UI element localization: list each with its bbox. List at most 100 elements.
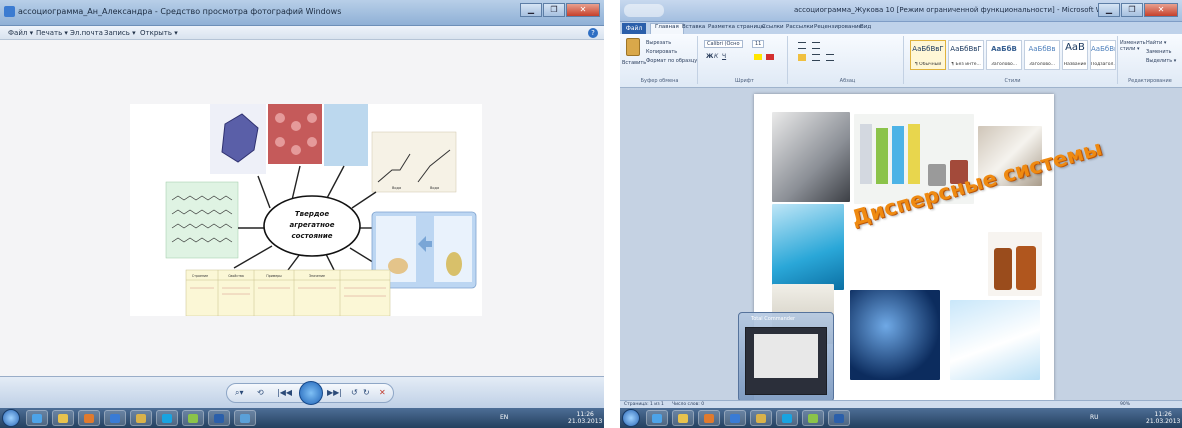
menu-email[interactable]: Эл.почта <box>70 29 103 37</box>
word-count[interactable]: Число слов: 0 <box>672 402 704 407</box>
page-count[interactable]: Страница: 1 из 1 <box>624 402 664 407</box>
start-button[interactable] <box>2 409 20 427</box>
taskbar-app[interactable] <box>182 410 204 426</box>
align-right-icon[interactable] <box>826 54 834 61</box>
menu-print[interactable]: Печать ▾ <box>36 29 68 37</box>
tray-clock[interactable]: 11:26 21.03.2013 <box>568 411 602 425</box>
cut-button[interactable]: Вырезать <box>646 40 671 46</box>
change-styles-button[interactable]: Изменить стили ▾ <box>1120 40 1146 52</box>
numbering-icon[interactable] <box>812 42 820 49</box>
style-heading-1[interactable]: АаБбВ Заголово... <box>986 40 1022 70</box>
taskbar-explorer[interactable] <box>52 410 74 426</box>
tray-language[interactable]: EN <box>500 414 508 421</box>
taskbar-app[interactable] <box>802 410 824 426</box>
heating-graph-image <box>371 131 457 193</box>
ribbon: Вставить Вырезать Копировать Формат по о… <box>620 34 1182 88</box>
select-button[interactable]: Выделить ▾ <box>1146 58 1176 64</box>
taskbar-ie[interactable] <box>646 410 668 426</box>
tab-references[interactable]: Ссылки <box>762 24 784 30</box>
tab-file[interactable]: Файл <box>622 23 646 34</box>
bullets-icon[interactable] <box>798 42 806 49</box>
taskbar-ie[interactable] <box>26 410 48 426</box>
previous-button[interactable]: |◀◀ <box>277 388 292 397</box>
highlight-color-icon[interactable] <box>754 54 762 60</box>
photo-viewer-screenshot: ассоциограмма_Ан_Александра - Средство п… <box>0 0 604 428</box>
tab-mailings[interactable]: Рассылки <box>786 24 814 30</box>
align-center-icon[interactable] <box>812 54 820 61</box>
style-title[interactable]: АаВ Название <box>1062 40 1088 70</box>
font-size-select[interactable]: 11 <box>752 40 765 48</box>
taskbar-disk[interactable] <box>104 410 126 426</box>
clock-date: 21.03.2013 <box>568 418 603 425</box>
slideshow-button[interactable] <box>299 381 323 405</box>
style-subtitle[interactable]: АаБбВв Подзагол... <box>1090 40 1116 70</box>
rotate-left-button[interactable]: ↺ <box>351 388 358 397</box>
actual-size-icon[interactable]: ⟲ <box>257 388 264 397</box>
paste-icon[interactable] <box>626 38 640 56</box>
clipboard-label: Буфер обмена <box>640 78 679 84</box>
thumbnail-title: Total Commander <box>751 316 796 322</box>
find-button[interactable]: Найти ▾ <box>1146 40 1166 46</box>
taskbar-skype[interactable] <box>776 410 798 426</box>
menu-file[interactable]: Файл ▾ <box>8 29 33 37</box>
thumbnail-content <box>745 327 827 395</box>
tab-view[interactable]: Вид <box>860 24 871 30</box>
window-controls: ▁ ❐ ✕ <box>1098 3 1178 17</box>
maximize-button[interactable]: ❐ <box>543 3 565 17</box>
maximize-button[interactable]: ❐ <box>1121 3 1143 17</box>
zoom-icon[interactable]: ⌕▾ <box>235 388 244 398</box>
help-icon[interactable]: ? <box>588 28 598 38</box>
taskbar-word[interactable] <box>208 410 230 426</box>
tab-home[interactable]: Главная <box>650 23 684 34</box>
close-button[interactable]: ✕ <box>1144 3 1178 17</box>
next-button[interactable]: ▶▶| <box>327 388 342 397</box>
tray-clock[interactable]: 11:26 21.03.2013 <box>1146 411 1180 425</box>
underline-button[interactable]: Ч <box>722 53 726 60</box>
taskbar-media[interactable] <box>78 410 100 426</box>
taskbar: EN 11:26 21.03.2013 <box>0 408 604 428</box>
bold-button[interactable]: Ж <box>706 53 713 60</box>
menu-burn[interactable]: Запись ▾ <box>104 29 136 37</box>
menu-open[interactable]: Открыть ▾ <box>140 29 178 37</box>
status-bar: Страница: 1 из 1 Число слов: 0 90% <box>620 400 1182 408</box>
tray-language[interactable]: RU <box>1090 414 1099 421</box>
minimize-button[interactable]: ▁ <box>1098 3 1120 17</box>
taskbar-skype[interactable] <box>156 410 178 426</box>
tab-page-layout[interactable]: Разметка страницы <box>708 24 765 30</box>
taskbar-word[interactable] <box>828 410 850 426</box>
start-button[interactable] <box>622 409 640 427</box>
align-left-icon[interactable] <box>798 54 806 61</box>
taskbar-folder[interactable] <box>130 410 152 426</box>
paste-button[interactable]: Вставить <box>622 60 646 66</box>
taskbar-explorer[interactable] <box>672 410 694 426</box>
window-controls: ▁ ❐ ✕ <box>520 3 600 17</box>
font-name-select[interactable]: Calibri (Осно <box>704 40 743 48</box>
taskbar-media[interactable] <box>698 410 720 426</box>
format-painter-button[interactable]: Формат по образцу <box>646 58 697 64</box>
italic-button[interactable]: К <box>714 53 718 60</box>
tab-insert[interactable]: Вставка <box>682 24 705 30</box>
playback-controls: ⌕▾ ⟲ |◀◀ ▶▶| ↺ ↻ ✕ <box>226 381 394 405</box>
close-button[interactable]: ✕ <box>566 3 600 17</box>
tab-review[interactable]: Рецензирование <box>814 24 862 30</box>
rotate-right-button[interactable]: ↻ <box>363 388 370 397</box>
spray-can-image <box>772 112 850 202</box>
clipboard-group: Вставить Вырезать Копировать Формат по о… <box>622 36 698 84</box>
can-1 <box>860 124 872 184</box>
replace-button[interactable]: Заменить <box>1146 49 1172 55</box>
style-normal[interactable]: АаБбВвГ ¶ Обычный <box>910 40 946 70</box>
style-no-spacing[interactable]: АаБбВвГ ¶ Без инте... <box>948 40 984 70</box>
style-heading-2[interactable]: АаБбВв Заголово... <box>1024 40 1060 70</box>
delete-button[interactable]: ✕ <box>379 388 386 397</box>
minimize-button[interactable]: ▁ <box>520 3 542 17</box>
taskbar-folder[interactable] <box>750 410 772 426</box>
graph-label-1: Вода <box>392 186 401 190</box>
zoom-level[interactable]: 90% <box>1120 402 1130 407</box>
quick-access-toolbar[interactable] <box>624 4 664 17</box>
font-color-icon[interactable] <box>766 54 774 60</box>
title-bar: ассоциограмма_Ан_Александра - Средство п… <box>0 0 604 26</box>
taskbar-thumbnail-preview[interactable]: Total Commander <box>738 312 834 402</box>
taskbar-photo-viewer[interactable] <box>234 410 256 426</box>
copy-button[interactable]: Копировать <box>646 49 677 55</box>
taskbar-disk[interactable] <box>724 410 746 426</box>
